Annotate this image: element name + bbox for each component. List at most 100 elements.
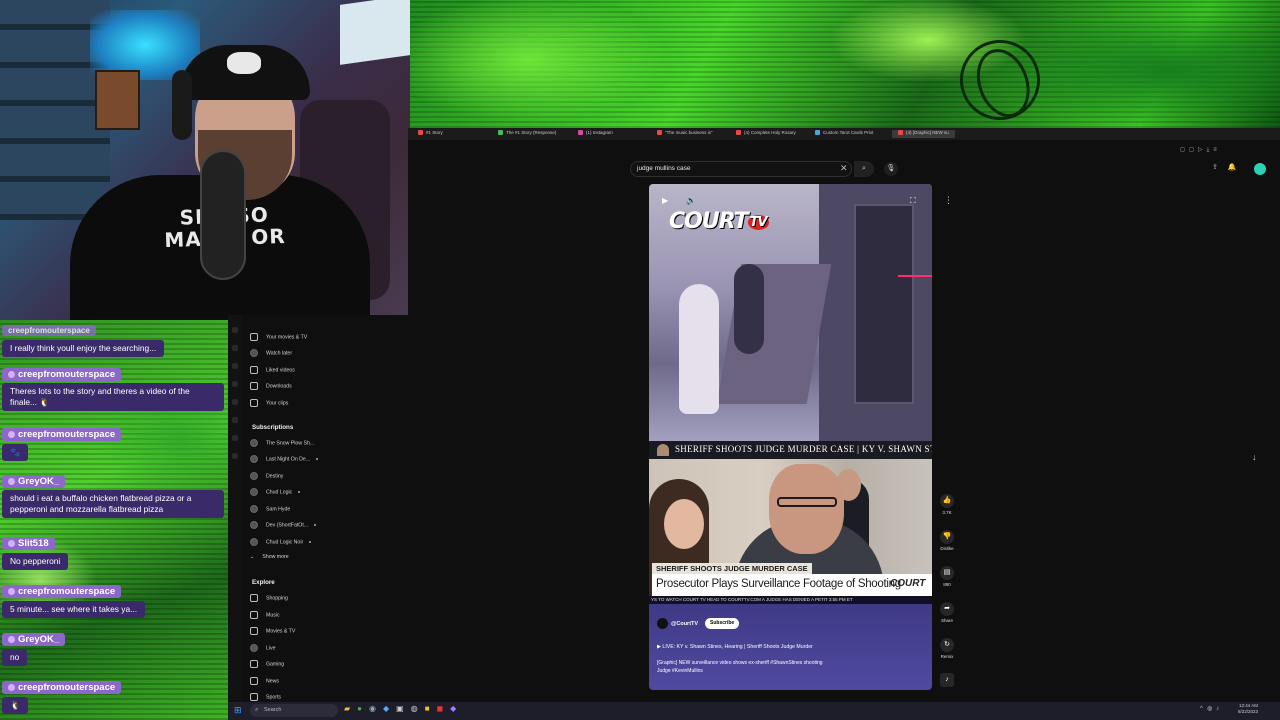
shopping-bag-icon — [250, 594, 258, 602]
menu-icon[interactable]: ≡ — [1213, 147, 1221, 153]
chat-username: GreyOK_ — [2, 475, 66, 488]
clock-icon — [250, 349, 258, 357]
browser-tab[interactable]: "The music business is" — [657, 130, 712, 138]
app-icon[interactable]: ■ — [425, 704, 437, 713]
subscriptions-heading: Subscriptions — [252, 424, 294, 431]
sidebar-item-sports[interactable]: Sports — [250, 693, 281, 701]
browser-tab[interactable]: Custom Tarot Cards Print — [815, 130, 873, 138]
sidebar-item-clips[interactable]: Your clips — [250, 399, 288, 407]
subscribe-button[interactable]: Subscribe — [705, 618, 740, 629]
more-options-icon[interactable]: ⋮ — [944, 195, 953, 206]
share-button[interactable]: ➦ Share — [934, 602, 960, 623]
browser-tab[interactable]: (1) Instagram — [578, 130, 613, 138]
sidebar-item-news[interactable]: News — [250, 677, 279, 685]
arrow-down-icon[interactable]: ↓ — [1252, 452, 1257, 462]
channel-name[interactable]: @CourtTV — [671, 621, 698, 627]
tab-favicon-icon — [418, 130, 423, 136]
extension-icon[interactable]: ◻ — [1189, 147, 1198, 153]
sidebar-item-movies[interactable]: Movies & TV — [250, 627, 295, 635]
browser-toolbar: ◻◻▷⤓≡ — [1180, 146, 1221, 154]
app-icon[interactable]: ◼ — [437, 704, 451, 713]
channel-avatar[interactable] — [657, 618, 668, 629]
steam-icon[interactable]: ◉ — [369, 704, 383, 713]
glasses — [777, 497, 837, 507]
app-icon[interactable]: ◆ — [383, 704, 396, 713]
sidebar-item-gaming[interactable]: Gaming — [250, 660, 284, 668]
stream-layout: SHE SOMAZIN ORME creepfromouterspace I r… — [0, 0, 1280, 720]
lower-third-headline: Prosecutor Plays Surveillance Footage of… — [656, 578, 901, 590]
network-icon[interactable]: ◍ — [1207, 706, 1216, 712]
volume-icon[interactable]: 🔊 — [686, 196, 696, 205]
poster — [95, 70, 140, 130]
music-note-icon — [250, 611, 258, 619]
thumbs-up-icon — [250, 366, 258, 374]
live-link[interactable]: ▶ LIVE: KY v. Shawn Stines, Hearing | Sh… — [657, 644, 813, 650]
subscription-item[interactable]: Dev (ShortFatOt... — [250, 521, 317, 529]
dislike-button[interactable]: 👎 Dislike — [934, 530, 960, 551]
sound-thumbnail[interactable]: ♪ — [934, 673, 960, 689]
thumbs-down-icon: 👎 — [940, 530, 954, 544]
short-video-player[interactable]: COURT TV SHERIFF SHOOTS JUDGE MURDER CASE… — [649, 184, 932, 690]
file-explorer-icon[interactable]: ▰ — [344, 704, 357, 713]
progress-marker — [898, 275, 932, 277]
search-query[interactable]: judge mullins case — [637, 165, 690, 172]
taskbar-clock[interactable]: 12:44 AM 8/22/2023 — [1238, 703, 1258, 715]
bookmark-icon[interactable]: ◻ — [1180, 147, 1189, 153]
subscription-item[interactable]: Chud Logic Noir — [250, 538, 312, 546]
voice-search-button[interactable]: 🎙 — [884, 162, 898, 176]
webcam-feed: SHE SOMAZIN ORME — [0, 0, 410, 320]
sidebar-item-live[interactable]: Live — [250, 644, 276, 652]
microphone-icon: 🎙 — [886, 165, 896, 172]
subscription-item[interactable]: The Snow Plow Sh... — [250, 439, 314, 447]
chat-message: GreyOK_ should i eat a buffalo chicken f… — [2, 471, 224, 518]
sidebar-item-watch-later[interactable]: Watch later — [250, 349, 292, 357]
new-content-dot — [314, 524, 317, 526]
subscription-item[interactable]: Last Night On De... — [250, 455, 319, 463]
chat-text: should i eat a buffalo chicken flatbread… — [2, 490, 224, 518]
windows-start-icon[interactable]: ⊞ — [234, 705, 244, 715]
chat-text: I really think youll enjoy the searching… — [2, 340, 165, 357]
monitor — [340, 0, 410, 65]
subscription-item[interactable]: Sam Hyde — [250, 505, 290, 513]
chat-username: creepfromouterspace — [2, 368, 122, 381]
tab-favicon-icon — [498, 130, 503, 136]
sidebar-item-shopping[interactable]: Shopping — [250, 594, 288, 602]
app-icon[interactable]: ◆ — [450, 704, 463, 713]
create-icon[interactable]: ⇪ — [1212, 164, 1218, 171]
sidebar-item-liked-videos[interactable]: Liked videos — [250, 366, 295, 374]
sidebar-item-movies-tv[interactable]: Your movies & TV — [250, 333, 307, 341]
badge-icon — [8, 587, 15, 595]
search-button[interactable]: ⌕ — [854, 161, 874, 177]
channel-avatar — [250, 455, 258, 463]
speaker-icon[interactable]: ♪ — [1216, 706, 1223, 712]
app-icon[interactable]: ▣ — [396, 704, 411, 713]
show-more-button[interactable]: ⌄ Show more — [250, 554, 289, 560]
chat-text: 🐧 — [2, 697, 29, 714]
taskbar-search[interactable]: ⌕ Search — [250, 704, 338, 717]
browser-tab[interactable]: #1 Story — [418, 130, 443, 138]
sidebar-item-music[interactable]: Music — [250, 611, 280, 619]
door — [854, 204, 914, 404]
comments-button[interactable]: ▤ 890 — [934, 566, 960, 587]
badge-icon — [8, 477, 15, 485]
chevron-up-icon[interactable]: ^ — [1200, 706, 1207, 712]
chrome-icon[interactable]: ● — [357, 704, 369, 713]
system-tray: ^◍♪ — [1200, 705, 1223, 712]
video-info: @CourtTV Subscribe ▶ LIVE: KY v. Shawn S… — [649, 604, 932, 690]
remix-icon: ↻ — [940, 638, 954, 652]
browser-tab[interactable]: The #1 Story (Response) — [498, 130, 556, 138]
clear-icon[interactable]: ✕ — [840, 163, 848, 174]
media-icon[interactable]: ▷ — [1198, 147, 1207, 153]
browser-tab-active[interactable]: (4) [Graphic] NEW su — [892, 130, 955, 138]
subscription-item[interactable]: Chud Logic — [250, 488, 301, 496]
avatar[interactable] — [1254, 163, 1266, 175]
browser-tab[interactable]: (4) Complete Holy Rosary — [736, 130, 796, 138]
subscription-item[interactable]: Destiny — [250, 472, 283, 480]
bell-icon[interactable]: 🔔 — [1228, 164, 1237, 171]
like-button[interactable]: 👍 3.7K — [934, 494, 960, 515]
sidebar-item-downloads[interactable]: Downloads — [250, 382, 292, 390]
fullscreen-icon[interactable]: ⛶ — [910, 196, 916, 206]
play-icon[interactable]: ▶ — [662, 196, 668, 205]
app-icon[interactable]: ◍ — [411, 704, 425, 713]
remix-button[interactable]: ↻ Remix — [934, 638, 960, 659]
